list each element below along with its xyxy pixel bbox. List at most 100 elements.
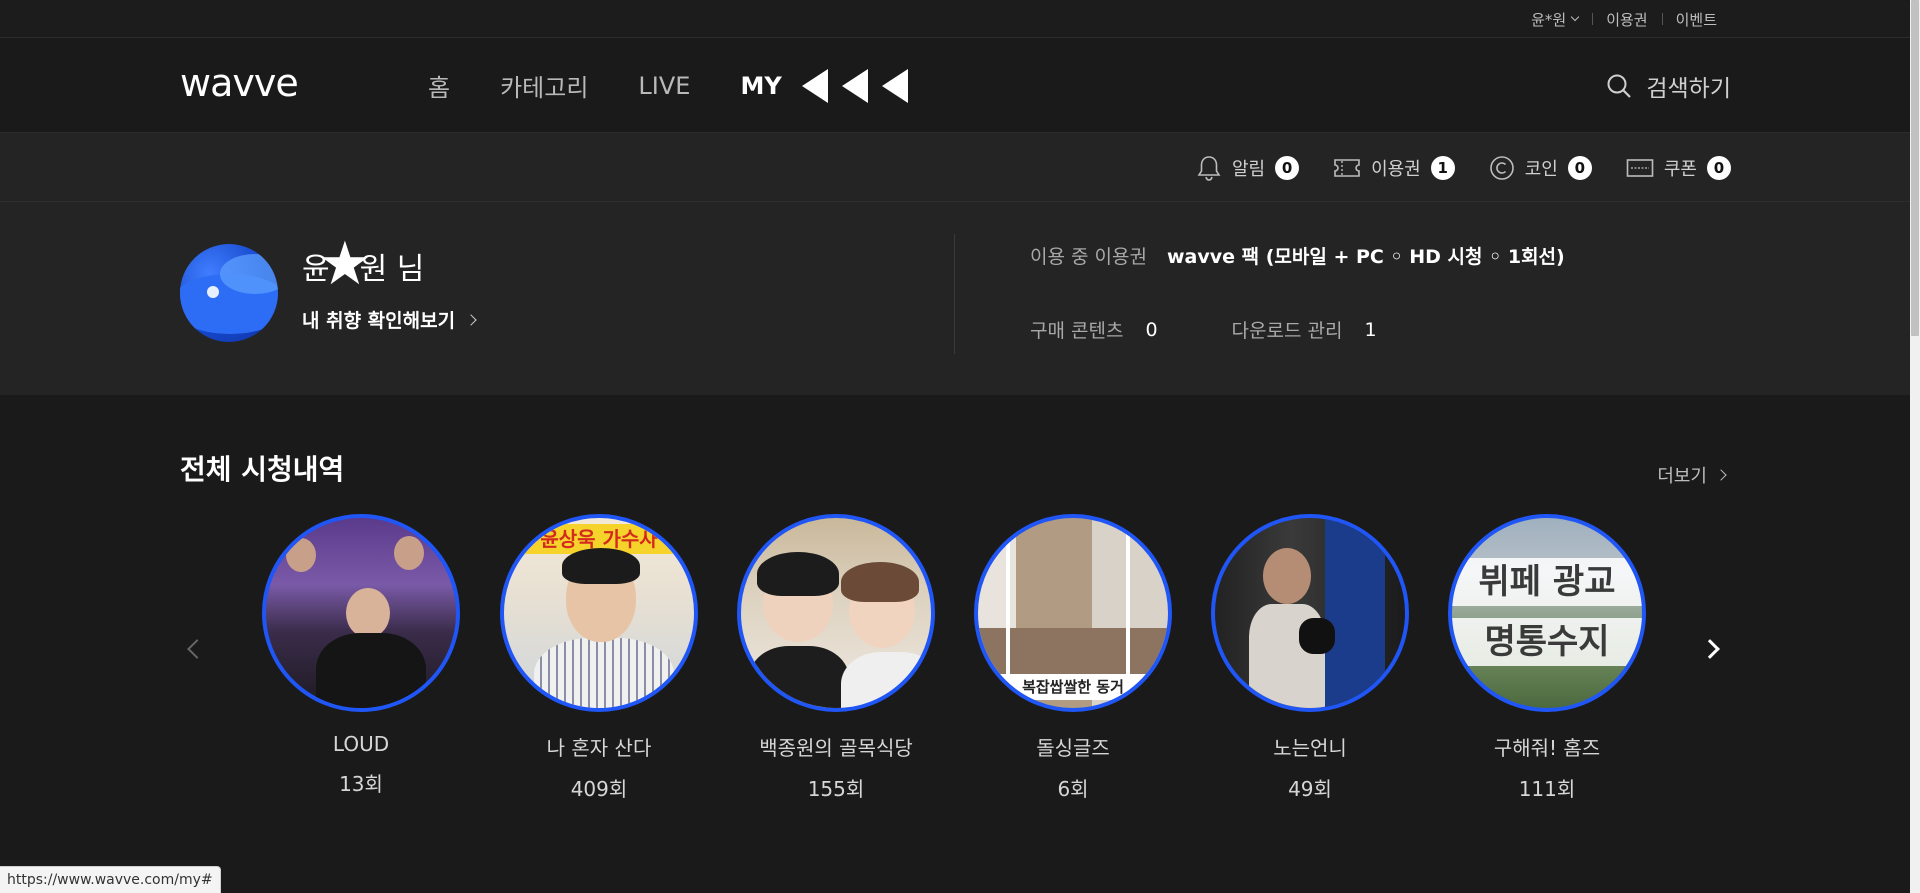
thumbnail-figure	[749, 646, 849, 708]
nav-home[interactable]: 홈	[428, 68, 450, 103]
status-alarm-label: 알림	[1231, 159, 1266, 180]
triangle-left-icon	[841, 68, 868, 103]
history-item[interactable]: 윤상욱 가수사 나 혼자 산다 409회	[500, 514, 698, 802]
status-alarm-count: 0	[1275, 156, 1300, 180]
status-url: https://www.wavve.com/my#	[0, 866, 221, 893]
history-item-episode: 13회	[339, 772, 383, 796]
thumbnail-caption: 복잡쌉쌀한 동거	[978, 674, 1168, 700]
thumbnail-figure	[394, 536, 424, 570]
history-item-title: 구해줘! 홈즈	[1493, 736, 1601, 760]
utility-bar: 윤*원 이용권 이벤트	[0, 0, 1910, 38]
thumbnail-figure	[757, 552, 839, 596]
carousel-next-icon[interactable]	[1700, 639, 1720, 659]
history-item-episode: 49회	[1288, 777, 1332, 801]
history-thumbnail[interactable]	[737, 514, 935, 712]
history-thumbnail[interactable]	[262, 514, 460, 712]
ticket-icon	[1334, 159, 1360, 177]
history-item[interactable]: 뷔페 광교 명통수지 구해줘! 홈즈 111회	[1448, 514, 1646, 802]
status-coupon-count: 0	[1707, 156, 1731, 180]
purchase-value: 0	[1145, 318, 1158, 341]
event-link[interactable]: 이벤트	[1661, 9, 1731, 30]
thumbnail-figure	[534, 638, 674, 708]
download-value: 1	[1364, 318, 1377, 341]
utility-links: 윤*원 이용권 이벤트	[1517, 0, 1731, 38]
history-item-episode: 111회	[1518, 777, 1576, 801]
nav-my[interactable]: MY	[740, 72, 781, 100]
thumbnail-caption: 명통수지	[1452, 618, 1642, 666]
avatar	[180, 244, 278, 342]
bell-icon	[1197, 156, 1221, 181]
thumbnail-figure	[841, 652, 931, 708]
avatar-dot-shape	[207, 286, 219, 298]
thumbnail-figure	[562, 548, 640, 584]
user-menu-label: 윤*원	[1531, 10, 1567, 29]
history-thumbnail[interactable]: 뷔페 광교 명통수지	[1448, 514, 1646, 712]
scrollbar-thumb[interactable]	[1911, 0, 1919, 336]
plan-info: 이용 중 이용권 wavve 팩 (모바일 + PC ◦ HD 시청 ◦ 1회선…	[1030, 242, 1565, 269]
triangle-left-icon	[801, 68, 828, 103]
status-coupon-label: 쿠폰	[1663, 159, 1697, 180]
thumbnail-figure	[346, 588, 390, 638]
history-thumbnail[interactable]	[1211, 514, 1409, 712]
coupon-icon	[1626, 159, 1654, 177]
taste-link[interactable]: 내 취향 확인해보기	[302, 306, 477, 333]
history-item-title: 노는언니	[1273, 736, 1347, 760]
thumbnail-figure	[1263, 548, 1311, 604]
thumbnail-figure	[286, 538, 316, 572]
wavve-logo[interactable]: wavve	[180, 61, 299, 105]
my-status-bar: 알림 0 이용권 1 코인 0 쿠폰 0	[0, 132, 1910, 202]
purchase-label[interactable]: 구매 콘텐츠	[1030, 316, 1123, 343]
status-coupon[interactable]: 쿠폰 0	[1626, 155, 1731, 181]
status-pass-label: 이용권	[1371, 159, 1421, 180]
user-menu[interactable]: 윤*원	[1517, 9, 1592, 30]
chevron-right-icon	[1715, 469, 1727, 481]
history-item-title: 나 혼자 산다	[546, 736, 652, 760]
status-alarm[interactable]: 알림 0	[1196, 154, 1300, 182]
page-scrollbar[interactable]	[1910, 0, 1920, 893]
history-thumbnail[interactable]: 윤상욱 가수사	[500, 514, 698, 712]
pass-link[interactable]: 이용권	[1592, 9, 1661, 30]
history-item[interactable]: 복잡쌉쌀한 동거 돌싱글즈 6회	[974, 514, 1172, 802]
thumbnail-figure	[1299, 618, 1335, 654]
coin-icon	[1489, 156, 1514, 180]
status-items: 알림 0 이용권 1 코인 0 쿠폰 0	[1162, 133, 1731, 203]
history-item-episode: 6회	[1057, 777, 1089, 801]
profile-divider	[954, 234, 955, 354]
chevron-right-icon	[465, 313, 477, 326]
history-item[interactable]: 노는언니 49회	[1211, 514, 1409, 802]
history-item-title: 백종원의 골목식당	[759, 736, 913, 760]
history-item-episode: 155회	[807, 777, 865, 801]
history-item-title: LOUD	[332, 732, 390, 756]
status-coin[interactable]: 코인 0	[1489, 155, 1592, 181]
history-thumbnail[interactable]: 복잡쌉쌀한 동거	[974, 514, 1172, 712]
status-coin-label: 코인	[1524, 159, 1558, 180]
more-label: 더보기	[1657, 466, 1707, 487]
star-icon: ★	[318, 229, 372, 299]
history-item[interactable]: 백종원의 골목식당 155회	[737, 514, 935, 802]
plan-value: wavve 팩 (모바일 + PC ◦ HD 시청 ◦ 1회선)	[1166, 246, 1565, 268]
history-item[interactable]: LOUD 13회	[262, 514, 460, 797]
nav-category[interactable]: 카테고리	[500, 68, 588, 103]
main-header: wavve 홈 카테고리 LIVE MY 검색하기	[0, 39, 1910, 132]
history-item-title: 돌싱글즈	[1036, 736, 1110, 760]
thumbnail-figure	[1325, 518, 1385, 708]
status-pass[interactable]: 이용권 1	[1333, 155, 1455, 181]
nav-live[interactable]: LIVE	[638, 72, 690, 100]
download-label[interactable]: 다운로드 관리	[1232, 316, 1343, 343]
user-name: 윤 원 님 ★	[302, 234, 424, 294]
main-nav: 홈 카테고리 LIVE MY	[428, 39, 922, 132]
status-coin-count: 0	[1567, 156, 1592, 180]
history-title: 전체 시청내역	[180, 453, 345, 486]
more-link[interactable]: 더보기	[1657, 462, 1727, 488]
thumbnail-figure	[841, 562, 919, 602]
thumbnail-caption: 뷔페 광교	[1452, 558, 1642, 606]
plan-label: 이용 중 이용권	[1030, 246, 1147, 268]
carousel-prev-icon[interactable]	[187, 639, 207, 659]
search-button[interactable]: 검색하기	[1606, 39, 1731, 132]
content-counts: 구매 콘텐츠 0 다운로드 관리 1	[1030, 316, 1451, 343]
chevron-down-icon	[1570, 12, 1580, 22]
history-item-episode: 409회	[570, 777, 628, 801]
thumbnail-figure	[316, 633, 426, 708]
triangle-left-icon	[881, 68, 908, 103]
taste-link-label: 내 취향 확인해보기	[302, 310, 456, 332]
